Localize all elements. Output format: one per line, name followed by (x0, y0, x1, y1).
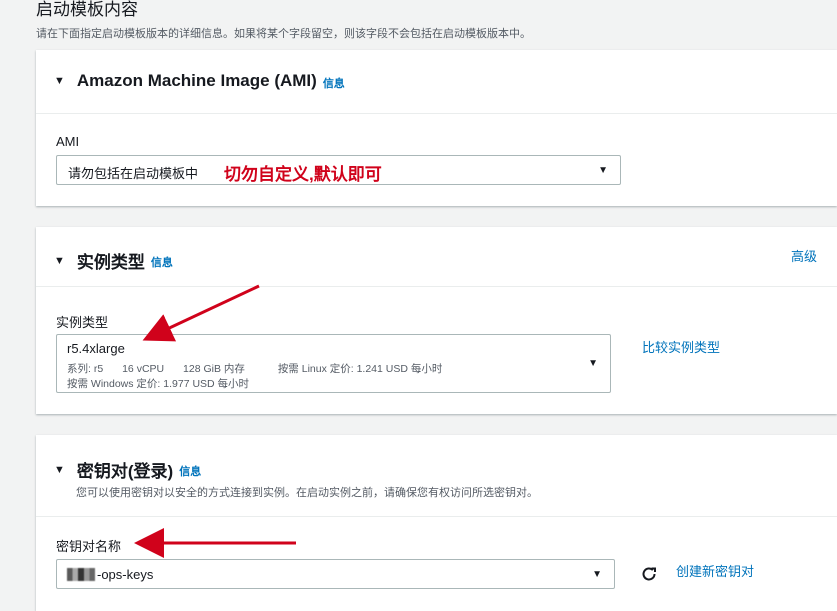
page-header: 启动模板内容 请在下面指定启动模板版本的详细信息。如果将某个字段留空，则该字段不… (36, 0, 531, 41)
create-keypair-link[interactable]: 创建新密钥对 (676, 561, 754, 580)
instance-windows-price: 按需 Windows 定价: 1.977 USD 每小时 (67, 378, 250, 390)
chevron-down-icon: ▼ (598, 165, 608, 176)
instance-panel-toggle[interactable]: ▼ 实例类型 信息 (54, 248, 173, 273)
page-description: 请在下面指定启动模板版本的详细信息。如果将某个字段留空，则该字段不会包括在启动模… (36, 28, 531, 40)
keypair-panel-header: ▼ 密钥对(登录) 信息 您可以使用密钥对以安全的方式连接到实例。在启动实例之前… (36, 435, 837, 517)
keypair-description: 您可以使用密钥对以安全的方式连接到实例。在启动实例之前，请确保您有权访问所选密钥… (76, 487, 538, 499)
ami-info-link[interactable]: 信息 (323, 75, 345, 91)
advanced-link[interactable]: 高级 (791, 246, 817, 265)
instance-specs: 系列: r5 16 vCPU 128 GiB 内存 按需 Linux 定价: 1… (67, 361, 458, 376)
instance-vcpu: 16 vCPU (122, 363, 165, 375)
instance-info-link[interactable]: 信息 (151, 254, 173, 270)
ami-panel-toggle[interactable]: ▼ Amazon Machine Image (AMI) 信息 (54, 71, 345, 91)
instance-select[interactable]: r5.4xlarge 系列: r5 16 vCPU 128 GiB 内存 按需 … (56, 334, 611, 393)
ami-label: AMI (56, 134, 80, 149)
instance-memory: 128 GiB 内存 (183, 363, 245, 375)
caret-down-icon: ▼ (54, 254, 65, 267)
refresh-icon[interactable] (639, 564, 659, 584)
instance-linux-price: 按需 Linux 定价: 1.241 USD 每小时 (277, 363, 443, 375)
keypair-panel: ▼ 密钥对(登录) 信息 您可以使用密钥对以安全的方式连接到实例。在启动实例之前… (36, 435, 837, 611)
chevron-down-icon: ▼ (588, 358, 598, 369)
ami-panel: ▼ Amazon Machine Image (AMI) 信息 AMI 请勿包括… (36, 50, 837, 206)
keypair-panel-toggle[interactable]: ▼ 密钥对(登录) 信息 (54, 457, 201, 482)
keypair-name: -ops-keys (97, 567, 154, 582)
keypair-info-link[interactable]: 信息 (179, 463, 201, 479)
ami-title: Amazon Machine Image (AMI) (76, 71, 317, 90)
keypair-select-value: -ops-keys (67, 567, 153, 582)
compare-instance-types-link[interactable]: 比较实例类型 (642, 337, 720, 356)
ami-select-value: 请勿包括在启动模板中 (68, 166, 199, 181)
chevron-down-icon: ▼ (592, 569, 602, 580)
page-title: 启动模板内容 (36, 0, 138, 19)
instance-title: 实例类型 (76, 253, 145, 272)
keypair-select[interactable]: -ops-keys ▼ (56, 559, 615, 589)
redacted-mask (67, 568, 95, 581)
keypair-label: 密钥对名称 (56, 539, 122, 554)
ami-panel-header: ▼ Amazon Machine Image (AMI) 信息 (36, 50, 837, 114)
keypair-title: 密钥对(登录) (76, 462, 174, 481)
ami-annotation: 切勿自定义,默认即可 (224, 165, 382, 184)
instance-panel-header: ▼ 实例类型 信息 高级 (36, 227, 837, 287)
instance-family: 系列: r5 (67, 363, 104, 375)
caret-down-icon: ▼ (54, 463, 65, 476)
instance-panel: ▼ 实例类型 信息 高级 实例类型 r5.4xlarge 系列: r5 16 v… (36, 227, 837, 414)
instance-label: 实例类型 (56, 315, 109, 330)
instance-select-value: r5.4xlarge (67, 341, 125, 356)
caret-down-icon: ▼ (54, 75, 65, 87)
